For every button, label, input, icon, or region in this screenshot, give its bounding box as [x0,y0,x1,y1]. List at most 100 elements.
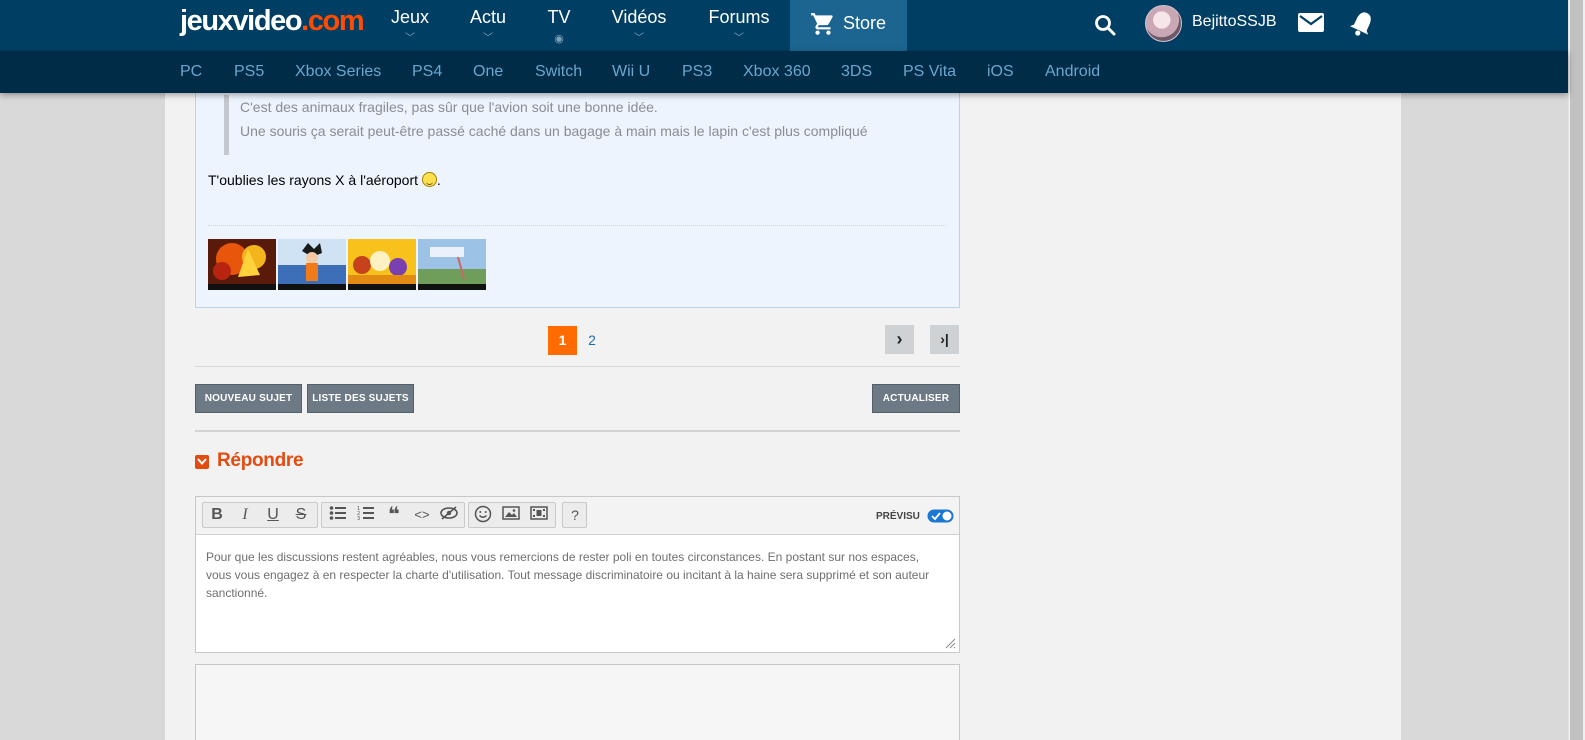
smiley-icon [474,505,492,523]
quote-line: C'est des animaux fragiles, pas sûr que … [240,99,658,115]
platform-bar: PC PS5 Xbox Series PS4 One Switch Wii U … [0,51,1568,93]
chevron-down-icon: ﹀ [734,33,744,44]
divider [195,366,960,367]
refresh-button[interactable]: ACTUALISER [872,384,960,413]
reply-textarea[interactable]: Pour que les discussions restent agréabl… [206,548,946,602]
platform-link[interactable]: PS5 [234,63,264,81]
platform-link[interactable]: Switch [535,63,582,81]
topic-list-button[interactable]: LISTE DES SUJETS [307,384,414,413]
numbered-list-icon: 1 2 3 [357,506,374,522]
platform-link[interactable]: PS Vita [903,63,956,81]
live-dot-icon: ◉ [554,33,564,45]
username[interactable]: BejittoSSJB [1192,13,1276,31]
forum-post: C'est des animaux fragiles, pas sûr que … [195,80,960,308]
pagination-current[interactable]: 1 [548,326,577,355]
image-icon [502,506,520,520]
pagination-next-button[interactable]: › [885,325,914,354]
preview-label: PRÉVISU [876,511,920,522]
post-text: T'oublies les rayons X à l'aéroport . [208,172,441,188]
smiley-icon [421,172,437,187]
bullet-list-icon [329,506,346,520]
platform-link[interactable]: PS4 [412,63,442,81]
pagination-page-2[interactable]: 2 [582,326,602,355]
image-button[interactable] [500,505,522,525]
nav-label: Vidéos [611,7,667,27]
search-icon[interactable] [1093,13,1117,37]
post-text-end: . [436,172,441,188]
top-header: jeuxvideo.com Jeux ﹀ Actu ﹀ TV ◉ Vidéos … [0,0,1568,51]
signature-image[interactable] [208,239,276,290]
avatar[interactable] [1145,5,1182,42]
platform-link[interactable]: 3DS [841,63,872,81]
chevron-down-icon [197,458,207,466]
nav-label: Actu [469,7,507,27]
platform-link[interactable]: Xbox Series [295,63,381,81]
post-quote: C'est des animaux fragiles, pas sûr que … [224,95,944,155]
preview-toggle[interactable] [927,509,954,523]
nav-label: Forums [708,7,770,27]
reply-title: Répondre [217,450,304,471]
signature-image[interactable] [278,239,346,290]
logo-domain: .com [301,5,364,37]
chevron-down-icon: ﹀ [634,33,644,44]
preview-panel [195,664,960,740]
new-topic-button[interactable]: NOUVEAU SUJET [195,384,302,413]
platform-link[interactable]: Wii U [612,63,650,81]
quote-line: Une souris ça serait peut-être passé cac… [240,123,868,139]
logo-text: jeuxvideo [180,5,303,37]
next-icon: › [896,329,903,349]
cart-icon [811,13,833,35]
signature-image[interactable] [418,239,486,290]
block-group: 1 2 3 ❝ <> [321,502,465,528]
underline-button[interactable]: U [262,505,284,525]
platform-link[interactable]: Android [1045,63,1100,81]
video-button[interactable] [528,505,550,525]
nav-tv[interactable]: TV ◉ [545,6,573,45]
format-group: B I U S [202,502,318,528]
pagination-last-button[interactable]: ›| [930,325,959,354]
chevron-down-icon: ﹀ [405,33,415,44]
quote-button[interactable]: ❝ [383,505,405,525]
reply-collapse-toggle[interactable] [195,455,209,469]
nav-videos[interactable]: Vidéos ﹀ [611,6,667,44]
nav-actu[interactable]: Actu ﹀ [468,6,508,44]
strikethrough-button[interactable]: S [290,505,312,525]
platform-link[interactable]: iOS [987,63,1014,81]
nav-forums[interactable]: Forums ﹀ [708,6,770,44]
editor-toolbar: B I U S 1 2 3 ❝ <> ? PRÉVISU [196,497,959,535]
media-group [468,502,556,528]
smiley-button[interactable] [472,505,494,525]
reply-editor: B I U S 1 2 3 ❝ <> ? PRÉVISU Pour que le… [195,496,960,653]
store-label: Store [843,13,887,33]
scrollbar-thumb[interactable] [1570,0,1583,740]
platform-link[interactable]: One [473,63,503,81]
platform-link[interactable]: PC [180,63,202,81]
last-page-icon: ›| [940,331,949,347]
svg-text:3: 3 [357,516,360,521]
chevron-down-icon: ﹀ [483,33,493,44]
spoiler-button[interactable] [438,505,460,525]
resize-grip-icon[interactable] [944,637,956,649]
numbered-list-button[interactable]: 1 2 3 [355,505,377,525]
film-icon [530,506,548,520]
help-button[interactable]: ? [564,505,586,525]
site-logo[interactable]: jeuxvideo.com [180,4,365,38]
store-button[interactable]: Store [790,0,907,51]
divider [195,430,960,432]
signature-image[interactable] [348,239,416,290]
signature-divider [208,225,946,226]
nav-label: Jeux [390,7,430,27]
nav-jeux[interactable]: Jeux ﹀ [390,6,430,44]
mail-icon[interactable] [1297,11,1325,35]
nav-label: TV [547,7,571,27]
italic-button[interactable]: I [234,505,256,525]
eye-slash-icon [440,506,458,520]
help-group: ? [562,502,587,528]
code-button[interactable]: <> [411,505,433,525]
bell-icon[interactable] [1348,9,1376,39]
platform-link[interactable]: PS3 [682,63,712,81]
bullet-list-button[interactable] [327,505,349,525]
platform-link[interactable]: Xbox 360 [743,63,811,81]
post-text-body: T'oublies les rayons X à l'aéroport [208,172,422,188]
bold-button[interactable]: B [206,505,228,525]
